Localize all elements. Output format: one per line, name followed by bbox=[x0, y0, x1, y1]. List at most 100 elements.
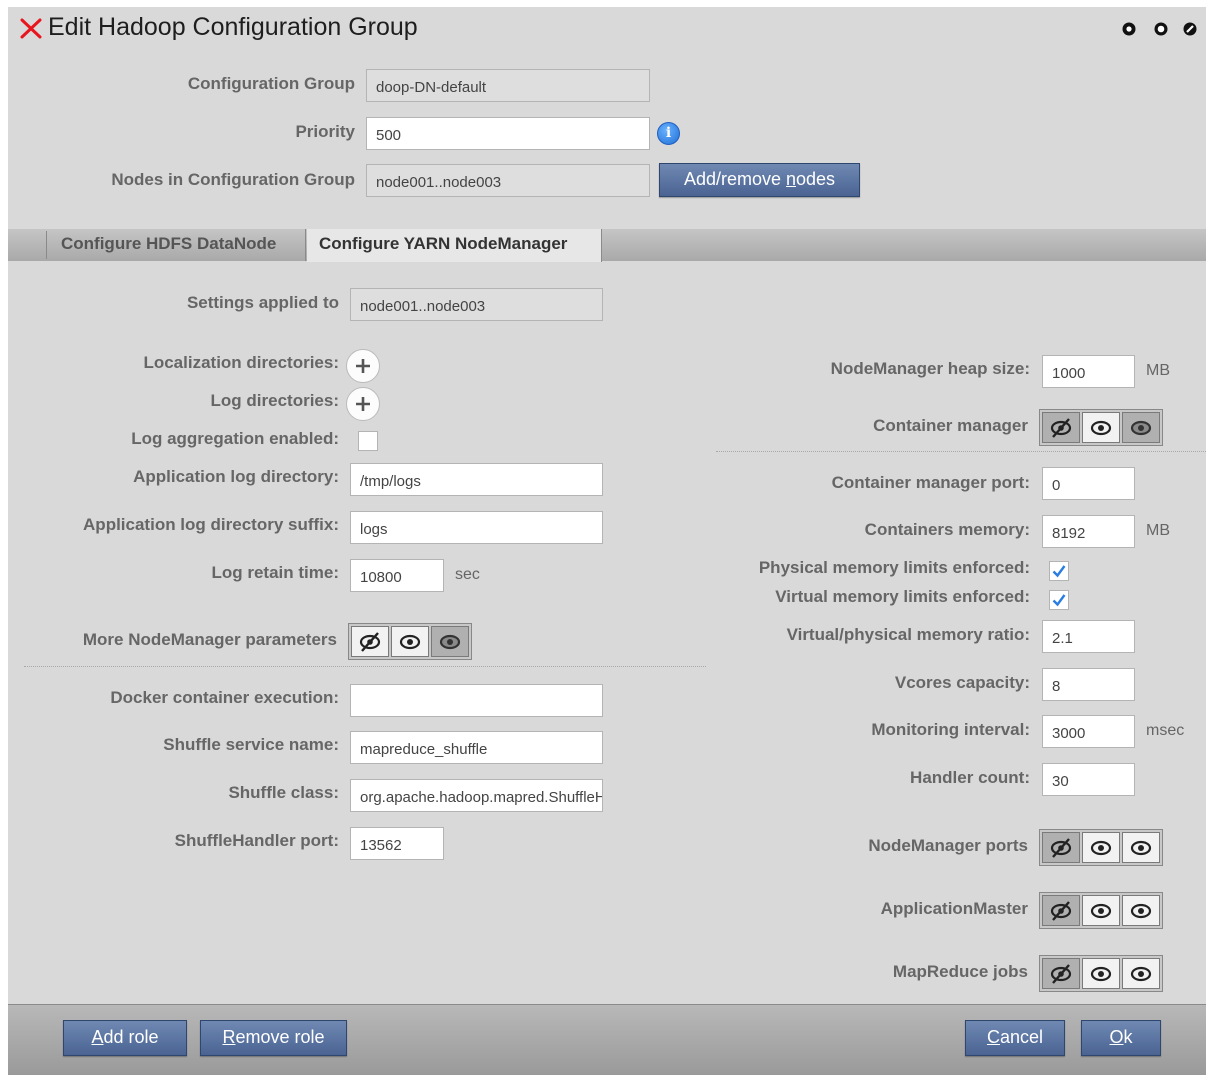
hide-button[interactable] bbox=[351, 626, 389, 657]
eye-hidden-icon bbox=[1050, 964, 1072, 984]
settings-applied-field[interactable]: node001..node003 bbox=[350, 288, 603, 321]
shuffle-port-label: ShuffleHandler port: bbox=[174, 831, 339, 850]
nm-ports-visibility bbox=[1039, 829, 1163, 866]
hide-button[interactable] bbox=[1042, 958, 1080, 989]
tab-divider bbox=[46, 231, 47, 259]
ok-button[interactable]: Ok bbox=[1081, 1020, 1161, 1056]
hide-button[interactable] bbox=[1042, 412, 1080, 443]
app-log-suffix-field[interactable]: logs bbox=[350, 511, 603, 544]
show-all-button[interactable] bbox=[1122, 412, 1160, 443]
containers-memory-label: Containers memory: bbox=[864, 520, 1030, 539]
show-all-button[interactable] bbox=[1122, 832, 1160, 863]
add-remove-nodes-accel: n bbox=[786, 169, 797, 189]
virtual-limits-checkbox[interactable] bbox=[1049, 590, 1069, 610]
mr-jobs-visibility bbox=[1039, 955, 1163, 992]
docker-field[interactable] bbox=[350, 684, 603, 717]
containers-memory-field[interactable]: 8192 bbox=[1042, 515, 1135, 548]
show-all-button[interactable] bbox=[1122, 958, 1160, 989]
window-title: Edit Hadoop Configuration Group bbox=[48, 13, 418, 41]
add-log-dir-button[interactable] bbox=[346, 387, 380, 421]
eye-hidden-icon bbox=[1050, 901, 1072, 921]
show-button[interactable] bbox=[1082, 958, 1120, 989]
physical-limits-label: Physical memory limits enforced: bbox=[758, 558, 1030, 577]
restore-icon[interactable] bbox=[1183, 22, 1197, 36]
config-group-field[interactable]: doop-DN-default bbox=[366, 69, 650, 102]
eye-hidden-icon bbox=[1050, 838, 1072, 858]
log-retain-label: Log retain time: bbox=[211, 563, 339, 582]
add-remove-nodes-text: Add/remove bbox=[683, 169, 786, 189]
eye-icon bbox=[399, 634, 421, 650]
add-remove-nodes-button[interactable]: Add/remove nodes bbox=[659, 163, 860, 197]
eye-hidden-icon bbox=[1050, 418, 1072, 438]
config-group-label: Configuration Group bbox=[187, 74, 355, 93]
more-params-label: More NodeManager parameters bbox=[82, 630, 337, 649]
add-role-button[interactable]: Add role bbox=[63, 1020, 187, 1056]
hide-button[interactable] bbox=[1042, 832, 1080, 863]
shuffle-service-label: Shuffle service name: bbox=[163, 735, 339, 754]
add-localization-dir-button[interactable] bbox=[346, 349, 380, 383]
show-all-button[interactable] bbox=[431, 626, 469, 657]
app-master-label: ApplicationMaster bbox=[880, 899, 1028, 918]
app-log-dir-field[interactable]: /tmp/logs bbox=[350, 463, 603, 496]
mr-jobs-label: MapReduce jobs bbox=[892, 962, 1028, 981]
nodes-field[interactable]: node001..node003 bbox=[366, 164, 650, 197]
nodes-label: Nodes in Configuration Group bbox=[111, 170, 355, 189]
log-aggregation-checkbox[interactable] bbox=[358, 431, 378, 451]
priority-label: Priority bbox=[295, 122, 355, 141]
settings-applied-label: Settings applied to bbox=[186, 293, 339, 312]
container-manager-visibility bbox=[1039, 409, 1163, 446]
hide-button[interactable] bbox=[1042, 895, 1080, 926]
show-button[interactable] bbox=[1082, 412, 1120, 443]
docker-label: Docker container execution: bbox=[110, 688, 339, 707]
minimize-icon[interactable] bbox=[1122, 22, 1136, 36]
log-retain-field[interactable]: 10800 bbox=[350, 559, 444, 592]
vcores-label: Vcores capacity: bbox=[894, 673, 1030, 692]
eye-shaded-icon bbox=[439, 634, 461, 650]
tab-configure-yarn-nodemanager[interactable]: Configure YARN NodeManager bbox=[307, 229, 602, 262]
shuffle-class-field[interactable]: org.apache.hadoop.mapred.ShuffleHandler bbox=[350, 779, 603, 812]
vcores-field[interactable]: 8 bbox=[1042, 668, 1135, 701]
shuffle-service-field[interactable]: mapreduce_shuffle bbox=[350, 731, 603, 764]
eye-icon bbox=[1130, 966, 1152, 982]
priority-field[interactable]: 500 bbox=[366, 117, 650, 150]
vp-ratio-field[interactable]: 2.1 bbox=[1042, 620, 1135, 653]
show-button[interactable] bbox=[1082, 832, 1120, 863]
remove-role-text: emove role bbox=[235, 1027, 325, 1047]
container-port-field[interactable]: 0 bbox=[1042, 467, 1135, 500]
more-params-visibility bbox=[348, 623, 472, 660]
close-x-icon[interactable] bbox=[20, 17, 42, 39]
info-icon[interactable]: i bbox=[657, 122, 680, 145]
monitoring-label: Monitoring interval: bbox=[871, 720, 1030, 739]
monitoring-field[interactable]: 3000 bbox=[1042, 715, 1135, 748]
left-separator bbox=[24, 666, 706, 667]
tab-divider bbox=[305, 229, 306, 261]
plus-icon bbox=[356, 397, 370, 411]
plus-icon bbox=[356, 359, 370, 373]
nm-ports-label: NodeManager ports bbox=[868, 836, 1028, 855]
right-separator bbox=[716, 451, 1206, 452]
shuffle-class-label: Shuffle class: bbox=[228, 783, 339, 802]
handler-count-field[interactable]: 30 bbox=[1042, 763, 1135, 796]
shuffle-port-field[interactable]: 13562 bbox=[350, 827, 444, 860]
cancel-button[interactable]: Cancel bbox=[965, 1020, 1065, 1056]
physical-limits-checkbox[interactable] bbox=[1049, 561, 1069, 581]
cancel-accel: C bbox=[986, 1027, 1000, 1047]
eye-icon bbox=[1090, 840, 1112, 856]
title-bar: Edit Hadoop Configuration Group bbox=[8, 7, 1206, 51]
monitoring-unit: msec bbox=[1146, 722, 1185, 739]
vp-ratio-label: Virtual/physical memory ratio: bbox=[786, 625, 1030, 644]
virtual-limits-label: Virtual memory limits enforced: bbox=[775, 587, 1030, 606]
ok-text: k bbox=[1123, 1027, 1133, 1047]
maximize-icon[interactable] bbox=[1154, 22, 1168, 36]
ok-accel: O bbox=[1109, 1027, 1124, 1047]
heap-size-field[interactable]: 1000 bbox=[1042, 355, 1135, 388]
checkmark-icon bbox=[1052, 565, 1066, 578]
container-port-label: Container manager port: bbox=[831, 473, 1030, 492]
show-all-button[interactable] bbox=[1122, 895, 1160, 926]
show-button[interactable] bbox=[391, 626, 429, 657]
app-log-dir-label: Application log directory: bbox=[133, 467, 339, 486]
tab-configure-hdfs-datanode[interactable]: Configure HDFS DataNode bbox=[48, 229, 304, 259]
eye-shaded-icon bbox=[1130, 420, 1152, 436]
show-button[interactable] bbox=[1082, 895, 1120, 926]
remove-role-button[interactable]: Remove role bbox=[200, 1020, 347, 1056]
